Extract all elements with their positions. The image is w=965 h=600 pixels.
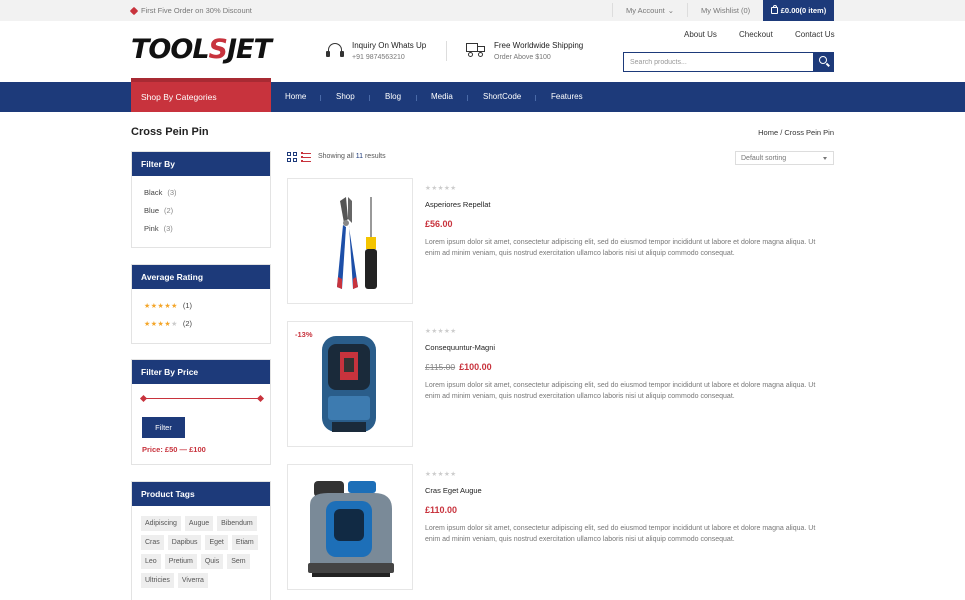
search-bar	[623, 52, 834, 72]
nav-home[interactable]: Home	[285, 92, 306, 101]
product-price: £115.00 £100.00	[425, 362, 492, 372]
average-rating-widget: Average Rating ★★★★★ (1) ★★★★★ (2)	[131, 264, 271, 344]
tag-eget[interactable]: Eget	[205, 535, 228, 550]
slider-handle-max[interactable]	[256, 394, 265, 403]
product-title[interactable]: Cras Eget Augue	[425, 486, 482, 495]
nav-features[interactable]: Features	[551, 92, 583, 101]
product-card: ★★★★★ Asperiores Repellat £56.00 Lorem i…	[287, 178, 834, 304]
tag-icon	[129, 6, 139, 15]
nav-shop[interactable]: Shop	[336, 92, 355, 101]
about-us-link[interactable]: About Us	[684, 30, 717, 39]
widget-title: Average Rating	[132, 265, 270, 289]
product-rating: ★★★★★	[425, 328, 457, 335]
inquiry-title: Inquiry On Whats Up	[352, 41, 427, 50]
product-image[interactable]	[287, 464, 413, 590]
breadcrumb[interactable]: Home / Cross Pein Pin	[758, 128, 834, 137]
rating-filter-4[interactable]: ★★★★★ (2)	[144, 319, 258, 328]
product-description: Lorem ipsum dolor sit amet, consectetur …	[425, 525, 816, 543]
slider-handle-min[interactable]	[139, 394, 148, 403]
product-price: £56.00	[425, 219, 453, 229]
product-title[interactable]: Consequuntur-Magni	[425, 343, 495, 352]
star-rating-icon: ★★★★★	[144, 302, 178, 310]
checkout-link[interactable]: Checkout	[739, 30, 773, 39]
page-title: Cross Pein Pin	[131, 126, 209, 138]
shipping-block: Free Worldwide Shipping Order Above $100	[466, 40, 583, 61]
truck-icon	[466, 43, 486, 59]
chevron-down-icon: ⌄	[667, 6, 675, 15]
shipping-sub: Order Above $100	[494, 54, 551, 61]
tag-etiam[interactable]: Etiam	[231, 535, 258, 550]
widget-title: Filter By Price	[132, 360, 270, 384]
tag-cras[interactable]: Cras	[141, 535, 164, 550]
filter-button[interactable]: Filter	[142, 417, 185, 438]
my-account-dropdown[interactable]: My Account ⌄	[626, 6, 674, 15]
carpet-cleaner-icon	[308, 481, 394, 577]
tag-quis[interactable]: Quis	[200, 554, 224, 569]
widget-title: Filter By	[132, 152, 270, 176]
tag-sem[interactable]: Sem	[227, 554, 250, 569]
product-card: ★★★★★ Cras Eget Augue £110.00 Lorem ipsu…	[287, 464, 834, 590]
product-image[interactable]	[287, 178, 413, 304]
search-icon	[819, 56, 827, 64]
product-description: Lorem ipsum dolor sit amet, consectetur …	[425, 382, 816, 400]
tag-dapibus[interactable]: Dapibus	[167, 535, 202, 550]
pliers-screwdriver-icon	[337, 197, 377, 289]
headset-icon	[326, 42, 344, 60]
old-price: £115.00	[425, 362, 456, 372]
search-button[interactable]	[814, 52, 834, 72]
site-logo[interactable]: TOOLSJET	[131, 36, 272, 63]
nav-shortcode[interactable]: ShortCode	[483, 92, 521, 101]
shop-toolbar: Showing all 11 results Default sorting	[287, 151, 834, 165]
search-input[interactable]	[623, 52, 814, 72]
grid-view-icon[interactable]	[287, 152, 297, 162]
filter-item-pink[interactable]: Pink (3)	[144, 224, 258, 233]
product-price: £110.00	[425, 505, 458, 515]
laser-level-icon	[322, 336, 376, 432]
product-tags-widget: Product Tags Adipiscing Augue Bibendum C…	[131, 481, 271, 600]
product-description: Lorem ipsum dolor sit amet, consectetur …	[425, 239, 816, 257]
promo-text: First Five Order on 30% Discount	[129, 6, 252, 15]
star-rating-icon: ★★★★★	[144, 320, 178, 328]
widget-title: Product Tags	[132, 482, 270, 506]
product-title[interactable]: Asperiores Repellat	[425, 200, 490, 209]
rating-filter-5[interactable]: ★★★★★ (1)	[144, 301, 258, 310]
tag-leo[interactable]: Leo	[141, 554, 161, 569]
filter-item-black[interactable]: Black (3)	[144, 188, 258, 197]
cart-button[interactable]: £0.00(0 item)	[763, 0, 834, 21]
top-bar: First Five Order on 30% Discount My Acco…	[0, 0, 965, 21]
list-view-icon[interactable]	[301, 152, 311, 162]
nav-media[interactable]: Media	[431, 92, 453, 101]
shop-by-categories-button[interactable]: Shop By Categories	[131, 78, 271, 112]
price-range-label: Price: £50 — £100	[142, 445, 206, 454]
tag-augue[interactable]: Augue	[184, 516, 214, 531]
chevron-down-icon	[823, 157, 827, 160]
sale-badge: -13%	[295, 330, 313, 339]
product-rating: ★★★★★	[425, 185, 457, 192]
results-count: Showing all 11 results	[318, 153, 386, 160]
contact-us-link[interactable]: Contact Us	[795, 30, 835, 39]
price-slider[interactable]	[139, 394, 265, 403]
tag-ultricies[interactable]: Ultricies	[141, 573, 174, 588]
tag-adipiscing[interactable]: Adipiscing	[141, 516, 181, 531]
product-image[interactable]: -13%	[287, 321, 413, 447]
tag-bibendum[interactable]: Bibendum	[217, 516, 257, 531]
price-filter-widget: Filter By Price Filter Price: £50 — £100	[131, 359, 271, 465]
inquiry-block: Inquiry On Whats Up +91 9874563210	[326, 40, 426, 61]
tag-viverra[interactable]: Viverra	[177, 573, 208, 588]
product-rating: ★★★★★	[425, 471, 457, 478]
wishlist-link[interactable]: My Wishlist (0)	[701, 6, 750, 15]
tag-pretium[interactable]: Pretium	[164, 554, 197, 569]
product-card: -13% ★★★★★ Consequuntur-Magni £115.00 £10…	[287, 321, 834, 447]
filter-item-blue[interactable]: Blue (2)	[144, 206, 258, 215]
nav-blog[interactable]: Blog	[385, 92, 401, 101]
shopping-bag-icon	[770, 5, 778, 14]
filter-by-widget: Filter By Black (3) Blue (2) Pink (3)	[131, 151, 271, 248]
sort-select[interactable]: Default sorting	[735, 151, 834, 165]
shipping-title: Free Worldwide Shipping	[494, 41, 584, 50]
inquiry-phone: +91 9874563210	[352, 54, 405, 61]
